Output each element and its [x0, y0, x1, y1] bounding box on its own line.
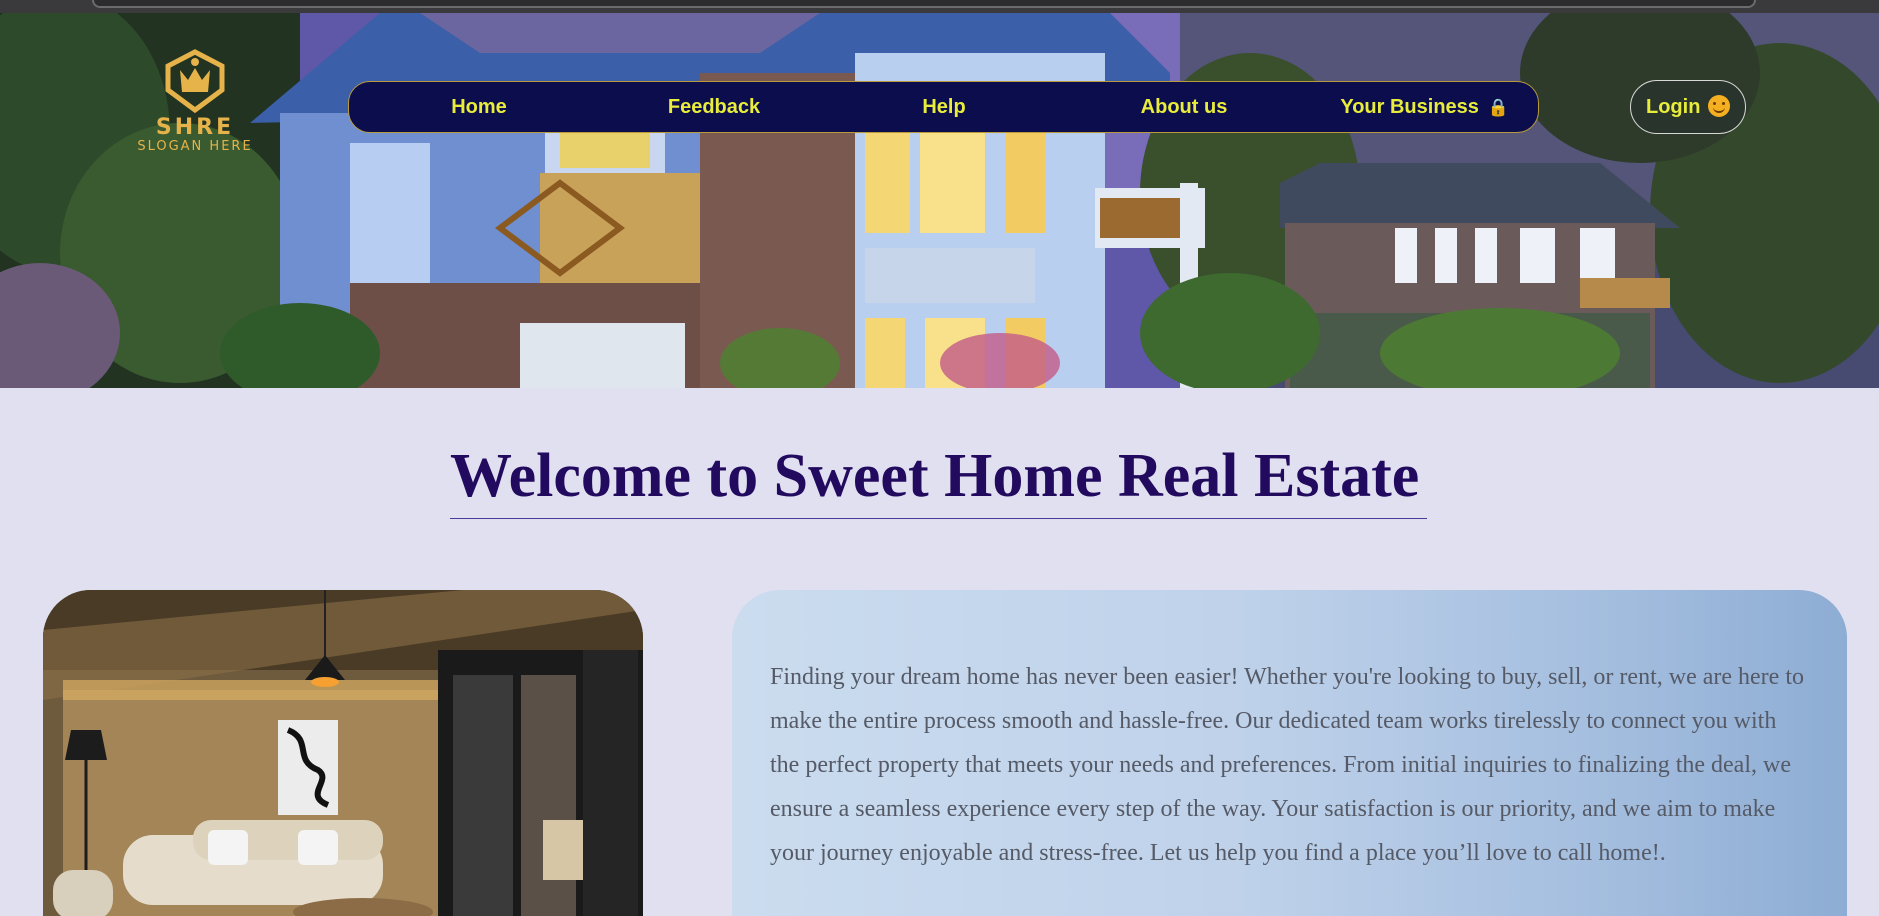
login-label: Login [1646, 96, 1701, 118]
shield-crown-icon [165, 49, 225, 114]
logo-name: SHRE [155, 115, 235, 140]
brand-logo[interactable]: SHRE SLOGAN HERE [130, 48, 260, 163]
nav-item-home[interactable]: Home [419, 82, 539, 134]
smiley-icon [1708, 95, 1730, 117]
nav-item-label: About us [1140, 96, 1228, 118]
hero-banner [0, 13, 1879, 388]
browser-top-strip [0, 0, 1879, 13]
nav-item-label: Home [451, 96, 507, 118]
nav-item-label: Help [922, 96, 966, 118]
login-button[interactable]: Login [1630, 80, 1746, 134]
nav-item-feedback[interactable]: Feedback [644, 82, 784, 134]
interior-photo [43, 590, 643, 916]
page-title: Welcome to Sweet Home Real Estate [450, 438, 1427, 519]
hero-house-illustration [0, 13, 1879, 388]
main-navigation: Home Feedback Help About us Your Busines… [348, 81, 1539, 133]
lock-icon: 🔒 [1487, 98, 1509, 117]
living-room-illustration [43, 590, 643, 916]
nav-item-your-business[interactable]: Your Business 🔒 [1337, 82, 1512, 134]
nav-item-about-us[interactable]: About us [1109, 82, 1259, 134]
nav-item-label: Your Business [1340, 96, 1479, 118]
intro-paragraph: Finding your dream home has never been e… [770, 664, 1804, 866]
nav-item-help[interactable]: Help [894, 82, 994, 134]
browser-address-bar-edge [92, 0, 1756, 8]
intro-card: Finding your dream home has never been e… [732, 590, 1847, 916]
logo-slogan: SLOGAN HERE [137, 139, 253, 154]
nav-item-label: Feedback [667, 96, 761, 118]
